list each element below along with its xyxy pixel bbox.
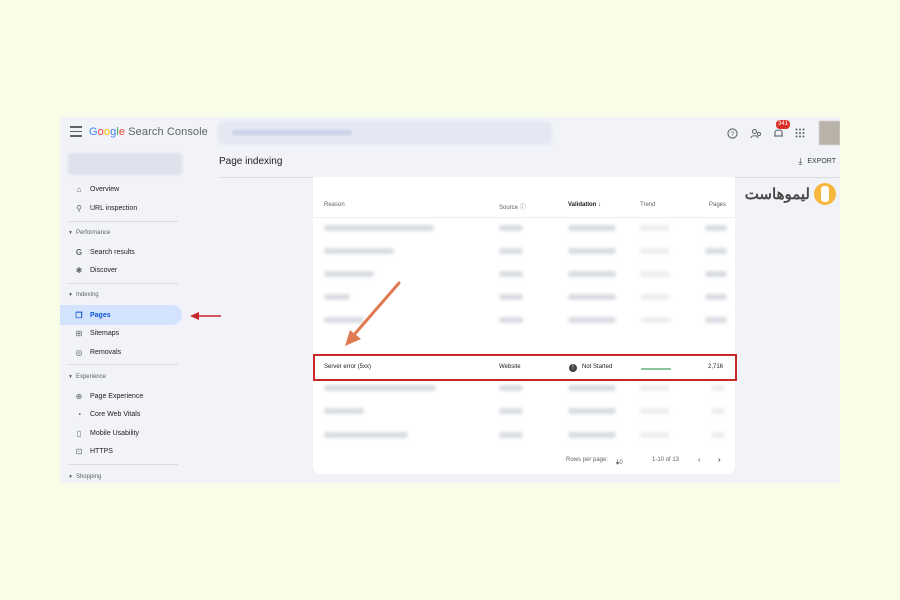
sidebar-item-label: Page Experience — [90, 392, 144, 400]
table-row[interactable] — [313, 425, 735, 445]
sort-down-icon: ↓ — [598, 202, 602, 208]
sitemap-icon: ⊞ — [75, 328, 83, 338]
hamburger-menu-icon[interactable] — [70, 126, 82, 138]
sidebar-item-label: Pages — [90, 311, 111, 319]
gauge-icon: ◔ — [76, 409, 82, 419]
divider — [68, 283, 178, 284]
sidebar-item-discover[interactable]: ✱ Discover — [60, 260, 182, 280]
app-logo[interactable]: Google Search Console — [89, 126, 208, 138]
table-row[interactable] — [313, 401, 735, 421]
search-icon: ⚲ — [76, 203, 82, 213]
sidebar-item-label: HTTPS — [90, 447, 113, 455]
eye-off-icon: ◎ — [75, 347, 83, 357]
section-experience[interactable]: ▼ Experience — [68, 374, 106, 380]
next-page-icon[interactable]: › — [718, 455, 721, 464]
table-row[interactable] — [313, 310, 735, 330]
lock-icon: ⊡ — [75, 446, 83, 456]
top-icons: ? 341 — [721, 120, 840, 145]
sidebar-item-removals[interactable]: ◎ Removals — [60, 342, 182, 362]
sidebar-item-label: URL inspection — [90, 204, 138, 212]
reasons-table-card: Reason Source ⓘ Validation ↓ Trend Pages — [313, 177, 735, 474]
avatar[interactable] — [819, 121, 840, 145]
phone-icon: ▯ — [76, 428, 82, 438]
table-row[interactable] — [313, 264, 735, 284]
divider — [68, 464, 178, 465]
sidebar-item-label: Sitemaps — [90, 329, 120, 337]
pages-count-cell: 2,716 — [708, 364, 724, 370]
sidebar-item-label: Mobile Usability — [90, 429, 140, 437]
export-button[interactable]: ⤓ EXPORT — [798, 156, 836, 167]
sidebar-item-label: Discover — [90, 266, 118, 274]
highlighted-table-row[interactable]: Server error (5xx) Website ! Not Started … — [313, 354, 737, 381]
sidebar-item-core-web-vitals[interactable]: ◔ Core Web Vitals — [60, 404, 182, 424]
sidebar-item-label: Removals — [90, 348, 122, 356]
pagination: Rows per page: 10 ▾ 1-10 of 13 ‹ › — [566, 455, 721, 467]
column-header-pages[interactable]: Pages — [709, 202, 726, 208]
search-console-window: Google Search Console ? 341 ⌂ Overview ⚲… — [60, 117, 840, 483]
column-header-source[interactable]: Source ⓘ — [499, 202, 526, 211]
sidebar-item-label: Overview — [90, 185, 120, 193]
divider — [68, 364, 178, 365]
pages-icon: ❐ — [75, 310, 83, 320]
search-input[interactable] — [218, 121, 552, 145]
asterisk-icon: ✱ — [75, 265, 83, 275]
brand-logo-icon — [814, 183, 836, 205]
column-header-reason[interactable]: Reason — [324, 202, 345, 208]
source-cell: Website — [499, 364, 521, 370]
google-g-icon: G — [75, 247, 83, 257]
sidebar-item-search-results[interactable]: G Search results — [60, 242, 182, 262]
svg-text:?: ? — [730, 130, 734, 137]
sidebar-item-pages[interactable]: ❐ Pages — [60, 305, 182, 325]
column-header-trend[interactable]: Trend — [640, 202, 655, 208]
help-icon[interactable]: ? — [721, 122, 743, 144]
apps-grid-icon[interactable] — [789, 122, 811, 144]
sidebar-item-label: Search results — [90, 248, 135, 256]
reason-cell: Server error (5xx) — [324, 364, 372, 370]
sidebar-item-https[interactable]: ⊡ HTTPS — [60, 441, 182, 461]
sidebar-item-mobile-usability[interactable]: ▯ Mobile Usability — [60, 423, 182, 443]
section-performance[interactable]: ▼ Performance — [68, 230, 110, 236]
section-shopping[interactable]: ▼ Shopping — [68, 474, 101, 480]
column-header-validation[interactable]: Validation ↓ — [568, 202, 601, 208]
trend-sparkline — [641, 368, 671, 370]
table-row[interactable] — [313, 241, 735, 261]
sidebar-item-url-inspection[interactable]: ⚲ URL inspection — [60, 198, 182, 218]
notification-badge: 341 — [776, 120, 791, 129]
dropdown-arrow-icon: ▾ — [616, 461, 620, 467]
sidebar-item-sitemaps[interactable]: ⊞ Sitemaps — [60, 323, 182, 343]
previous-page-icon[interactable]: ‹ — [698, 455, 701, 464]
top-bar: Google Search Console ? 341 — [60, 117, 840, 149]
plus-circle-icon: ⊕ — [75, 391, 83, 401]
sidebar-item-label: Core Web Vitals — [90, 410, 141, 418]
rows-per-page-label: Rows per page: — [566, 457, 609, 463]
download-icon: ⤓ — [798, 156, 803, 166]
table-row[interactable] — [313, 287, 735, 307]
divider — [68, 221, 178, 222]
validation-cell: ! Not Started — [569, 364, 612, 372]
sidebar: ⌂ Overview ⚲ URL inspection ▼ Performance… — [60, 149, 188, 483]
home-icon: ⌂ — [76, 184, 82, 194]
section-indexing[interactable]: ▼ Indexing — [68, 292, 99, 298]
table-row[interactable] — [313, 218, 735, 238]
sidebar-item-page-experience[interactable]: ⊕ Page Experience — [60, 386, 182, 406]
notifications-icon[interactable]: 341 — [767, 120, 791, 144]
page-title: Page indexing — [219, 156, 283, 167]
watermark-logo: لیموهاست — [745, 183, 836, 205]
sidebar-item-overview[interactable]: ⌂ Overview — [60, 179, 182, 199]
table-row[interactable] — [313, 378, 735, 398]
users-icon[interactable] — [745, 122, 767, 144]
page-range: 1-10 of 13 — [652, 457, 680, 463]
info-icon: ! — [569, 364, 577, 372]
property-selector[interactable] — [68, 153, 182, 175]
help-icon[interactable]: ⓘ — [520, 205, 526, 211]
